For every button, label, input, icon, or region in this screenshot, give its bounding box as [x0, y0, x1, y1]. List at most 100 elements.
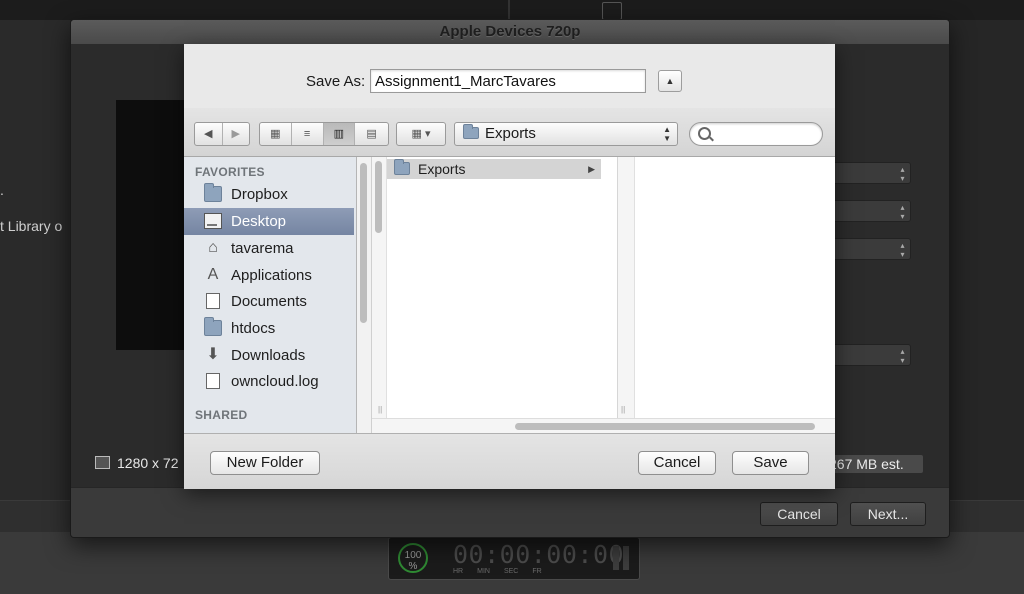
- save-button[interactable]: Save: [732, 451, 809, 475]
- sidebar-item-dropbox[interactable]: Dropbox: [184, 181, 354, 208]
- sheet-button-bar: Cancel Next...: [71, 487, 949, 537]
- sidebar-item-documents[interactable]: Documents: [184, 288, 354, 315]
- sidebar-item-downloads[interactable]: ⬇ Downloads: [184, 342, 354, 369]
- sidebar-item-applications[interactable]: A Applications: [184, 262, 354, 289]
- sidebar-item-label: tavarema: [231, 240, 294, 257]
- coverflow-view-icon: ▤: [366, 128, 377, 140]
- column-item-exports[interactable]: Exports ▶: [387, 159, 601, 179]
- list-view-icon: ≡: [303, 128, 311, 140]
- column-view-button[interactable]: ▥: [323, 123, 356, 145]
- sidebar-item-label: owncloud.log: [231, 373, 319, 390]
- view-mode-control: ▦ ≡ ▥ ▤: [259, 122, 389, 146]
- zoom-value: 100: [404, 550, 422, 561]
- video-preview: [116, 100, 186, 350]
- sheet-cancel-button[interactable]: Cancel: [760, 502, 838, 526]
- sidebar-item-owncloud-log[interactable]: owncloud.log: [184, 368, 354, 395]
- sidebar-item-tavarema[interactable]: ⌂ tavarema: [184, 235, 354, 262]
- dialog-footer: New Folder Cancel Save: [184, 433, 835, 489]
- timecode-label: FR: [532, 568, 542, 575]
- applications-icon: A: [207, 266, 219, 283]
- disclosure-arrow-icon: ▶: [588, 164, 595, 174]
- sidebar: FAVORITES Dropbox Desktop ⌂ tavarema A A…: [184, 157, 357, 433]
- column-item-label: Exports: [418, 161, 466, 177]
- sidebar-item-label: Downloads: [231, 347, 306, 364]
- chevron-up-icon: ▲: [665, 76, 675, 86]
- timecode-label: SEC: [503, 568, 519, 575]
- folder-icon: [204, 183, 222, 202]
- display-icon: [95, 456, 110, 469]
- forward-button[interactable]: ▶: [223, 123, 250, 145]
- favorites-header: FAVORITES: [195, 165, 265, 179]
- background-text: .: [0, 182, 4, 198]
- resolution-info: 1280 x 72: [95, 455, 179, 471]
- background-toolbar: [0, 0, 1024, 20]
- scrollbar-thumb[interactable]: [375, 161, 382, 233]
- sidebar-item-label: htdocs: [231, 320, 276, 337]
- forward-arrow-icon: ▶: [231, 128, 240, 140]
- arrange-button[interactable]: ▦ ▾: [397, 123, 445, 145]
- arrange-icon: ▦ ▾: [411, 128, 431, 140]
- search-field[interactable]: [689, 122, 823, 146]
- search-input[interactable]: [714, 125, 818, 145]
- arrange-menu[interactable]: ▦ ▾: [396, 122, 446, 146]
- sidebar-item-label: Desktop: [231, 213, 287, 230]
- list-view-button[interactable]: ≡: [292, 123, 324, 145]
- timecode-label: MIN: [477, 568, 490, 575]
- column-view-icon: ▥: [333, 128, 345, 140]
- search-icon: [698, 127, 711, 140]
- sidebar-item-label: Applications: [231, 267, 312, 284]
- setting-popup[interactable]: [829, 344, 911, 366]
- zoom-unit: %: [408, 561, 418, 572]
- background-sidebar: . t Library o: [0, 20, 70, 500]
- column-scrollbar[interactable]: [372, 157, 387, 418]
- sidebar-scrollbar[interactable]: [357, 157, 372, 433]
- pause-icon: [611, 546, 631, 570]
- timecode-digits: 00:00:00:00: [453, 540, 625, 569]
- browser-column: Exports ▶ ||: [372, 157, 618, 418]
- background-text: t Library o: [0, 218, 63, 234]
- scrollbar-thumb[interactable]: [360, 163, 367, 323]
- documents-icon: [206, 293, 220, 309]
- downloads-icon: ⬇: [206, 346, 220, 363]
- back-forward-control: ◀ ▶: [194, 122, 250, 146]
- sidebar-item-label: Documents: [231, 293, 307, 310]
- column-resize-handle[interactable]: ||: [621, 405, 625, 414]
- filename-input[interactable]: [370, 69, 646, 93]
- coverflow-view-button[interactable]: ▤: [355, 123, 388, 145]
- sidebar-item-desktop[interactable]: Desktop: [184, 208, 354, 235]
- timecode-display: 100 % 00:00:00:00 HR MIN SEC FR: [388, 537, 640, 580]
- column-resize-handle[interactable]: ||: [378, 405, 382, 414]
- icon-view-button[interactable]: ▦: [260, 123, 292, 145]
- cancel-button[interactable]: Cancel: [638, 451, 716, 475]
- back-button[interactable]: ◀: [195, 123, 223, 145]
- horizontal-scrollbar[interactable]: [372, 418, 835, 434]
- location-popup[interactable]: Exports ▲ ▼: [454, 122, 678, 146]
- folder-icon: [463, 124, 479, 139]
- updown-arrows-icon: ▲ ▼: [663, 125, 671, 143]
- home-icon: ⌂: [208, 239, 218, 256]
- collapse-button[interactable]: ▲: [658, 70, 682, 92]
- new-folder-button[interactable]: New Folder: [210, 451, 320, 475]
- setting-popup[interactable]: [829, 238, 911, 260]
- zoom-indicator: 100 %: [398, 543, 428, 573]
- save-as-label: Save As:: [306, 73, 366, 90]
- setting-popup[interactable]: [829, 200, 911, 222]
- location-label: Exports: [485, 125, 536, 142]
- timecode-label: HR: [453, 568, 464, 575]
- save-as-row: Save As: ▲: [184, 44, 835, 109]
- file-size-estimate: 267 MB est.: [825, 455, 923, 473]
- scrollbar-thumb[interactable]: [515, 423, 815, 430]
- browser-toolbar: ◀ ▶ ▦ ≡ ▥ ▤ ▦ ▾ Exports ▲ ▼: [184, 108, 835, 157]
- back-arrow-icon: ◀: [204, 128, 213, 140]
- resolution-text: 1280 x 72: [117, 455, 179, 471]
- timecode-labels: HR MIN SEC FR: [453, 568, 573, 575]
- sheet-title: Apple Devices 720p: [71, 20, 949, 44]
- next-button[interactable]: Next...: [850, 502, 926, 526]
- desktop-icon: [204, 213, 222, 229]
- sidebar-item-htdocs[interactable]: htdocs: [184, 315, 354, 342]
- setting-popup[interactable]: [829, 162, 911, 184]
- sidebar-item-label: Dropbox: [231, 186, 288, 203]
- column-divider: ||: [618, 157, 635, 418]
- document-icon: [206, 373, 220, 389]
- toolbar-divider: [508, 0, 510, 20]
